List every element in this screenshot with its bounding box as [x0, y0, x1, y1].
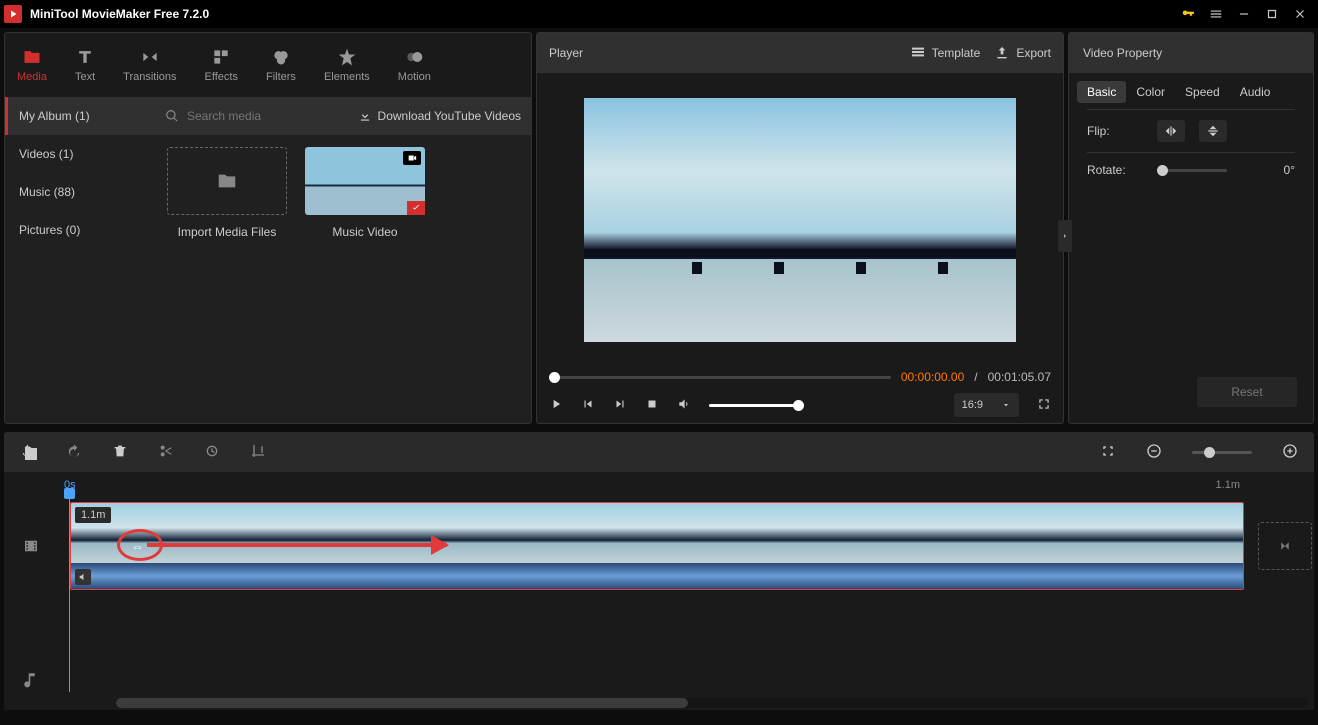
- media-clip-card[interactable]: Music Video: [305, 147, 425, 239]
- sidebar-item-videos[interactable]: Videos (1): [5, 135, 155, 173]
- export-button[interactable]: Export: [994, 45, 1051, 61]
- prev-frame-button[interactable]: [581, 397, 595, 414]
- module-tabs: Media Text Transitions Effects Filters E…: [5, 33, 531, 97]
- import-placeholder-icon: [167, 147, 287, 215]
- ruler-end: 1.1m: [1216, 479, 1240, 491]
- transition-drop-zone[interactable]: [1258, 522, 1312, 570]
- speed-button[interactable]: [204, 443, 220, 462]
- timeline-clip[interactable]: 1.1m ⇔: [70, 502, 1244, 590]
- titlebar: MiniTool MovieMaker Free 7.2.0: [0, 0, 1318, 28]
- flip-horizontal-button[interactable]: [1157, 120, 1185, 142]
- clip-mute-icon[interactable]: [75, 569, 91, 585]
- flip-label: Flip:: [1087, 124, 1143, 138]
- clip-audio-waveform: [71, 563, 1243, 589]
- aspect-ratio-select[interactable]: 16:9: [954, 393, 1019, 417]
- stop-button[interactable]: [645, 397, 659, 414]
- search-input[interactable]: [187, 109, 350, 123]
- media-content: Download YouTube Videos Import Media Fil…: [155, 97, 531, 423]
- rotate-label: Rotate:: [1087, 163, 1143, 177]
- tab-effects[interactable]: Effects: [205, 47, 238, 83]
- clip-duration-badge: 1.1m: [75, 507, 111, 523]
- prop-tab-color[interactable]: Color: [1136, 85, 1165, 99]
- add-track-button[interactable]: [22, 445, 40, 466]
- annotation-arrow: [147, 543, 447, 547]
- video-preview[interactable]: [537, 73, 1063, 367]
- zoom-slider[interactable]: [1192, 451, 1252, 454]
- tab-transitions[interactable]: Transitions: [123, 47, 176, 83]
- player-label: Player: [549, 46, 896, 60]
- minimize-icon[interactable]: [1230, 0, 1258, 28]
- upgrade-key-icon[interactable]: [1174, 0, 1202, 28]
- timeline-ruler[interactable]: 0s 1.1m: [4, 472, 1314, 502]
- playhead[interactable]: [69, 496, 70, 692]
- import-media-card[interactable]: Import Media Files: [167, 147, 287, 239]
- fullscreen-button[interactable]: [1037, 397, 1051, 414]
- split-button[interactable]: [158, 443, 174, 462]
- audio-track-icon[interactable]: [22, 650, 40, 710]
- player-panel: Player Template Export 00:00:00.00 / 00:…: [536, 32, 1064, 424]
- app-logo: [4, 5, 22, 23]
- time-total: 00:01:05.07: [988, 370, 1051, 384]
- tab-text[interactable]: Text: [75, 47, 95, 83]
- close-icon[interactable]: [1286, 0, 1314, 28]
- download-youtube-link[interactable]: Download YouTube Videos: [358, 109, 521, 123]
- redo-button[interactable]: [66, 443, 82, 462]
- volume-icon[interactable]: [677, 397, 691, 414]
- reset-button[interactable]: Reset: [1197, 377, 1297, 407]
- prop-tab-basic[interactable]: Basic: [1077, 81, 1126, 103]
- timeline: 0s 1.1m 1.1m ⇔: [4, 472, 1314, 710]
- seek-slider[interactable]: [549, 376, 891, 379]
- media-panel: Media Text Transitions Effects Filters E…: [4, 32, 532, 424]
- template-button[interactable]: Template: [910, 45, 981, 61]
- rotate-value: 0°: [1284, 163, 1295, 177]
- video-track-icon[interactable]: [22, 502, 40, 590]
- timeline-toolbar: [4, 432, 1314, 472]
- app-title: MiniTool MovieMaker Free 7.2.0: [30, 7, 1174, 21]
- delete-button[interactable]: [112, 443, 128, 462]
- prop-tab-speed[interactable]: Speed: [1185, 85, 1220, 99]
- timeline-scrollbar[interactable]: [116, 698, 1308, 708]
- resize-cursor-icon: ⇔: [131, 539, 142, 554]
- clip-thumbnail: [305, 147, 425, 215]
- properties-panel: Video Property Basic Color Speed Audio F…: [1068, 32, 1314, 424]
- tab-filters[interactable]: Filters: [266, 47, 296, 83]
- prop-tab-audio[interactable]: Audio: [1240, 85, 1271, 99]
- zoom-in-button[interactable]: [1282, 443, 1298, 462]
- rotate-slider[interactable]: [1157, 169, 1227, 172]
- search-icon: [165, 109, 179, 123]
- flip-vertical-button[interactable]: [1199, 120, 1227, 142]
- volume-slider[interactable]: [709, 404, 799, 407]
- timeline-fit-icon[interactable]: [1100, 443, 1116, 462]
- panel-collapse-handle[interactable]: [1058, 220, 1072, 252]
- crop-button[interactable]: [250, 443, 266, 462]
- media-sidebar: My Album (1) Videos (1) Music (88) Pictu…: [5, 97, 155, 423]
- video-badge-icon: [403, 151, 421, 165]
- added-check-icon: [407, 201, 425, 215]
- sidebar-item-myalbum[interactable]: My Album (1): [5, 97, 155, 135]
- next-frame-button[interactable]: [613, 397, 627, 414]
- tab-motion[interactable]: Motion: [398, 47, 431, 83]
- sidebar-item-music[interactable]: Music (88): [5, 173, 155, 211]
- maximize-icon[interactable]: [1258, 0, 1286, 28]
- tab-elements[interactable]: Elements: [324, 47, 370, 83]
- sidebar-item-pictures[interactable]: Pictures (0): [5, 211, 155, 249]
- time-current: 00:00:00.00: [901, 370, 964, 384]
- zoom-out-button[interactable]: [1146, 443, 1162, 462]
- properties-title: Video Property: [1069, 33, 1313, 73]
- play-button[interactable]: [549, 397, 563, 414]
- menu-icon[interactable]: [1202, 0, 1230, 28]
- tab-media[interactable]: Media: [17, 47, 47, 83]
